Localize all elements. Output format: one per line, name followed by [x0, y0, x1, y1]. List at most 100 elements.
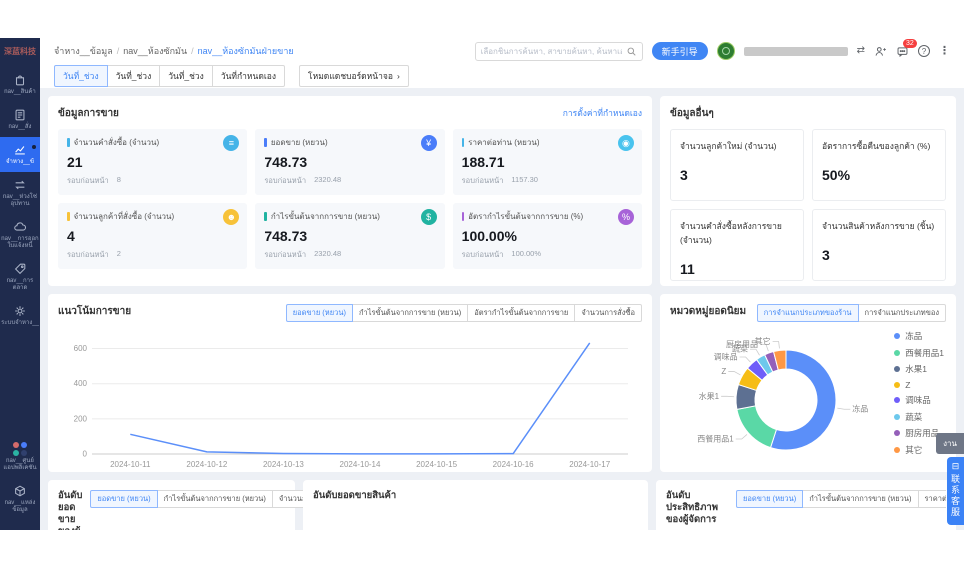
panel-title: อันดับยอดขายของผู้ขาย	[58, 490, 82, 530]
breadcrumb-item[interactable]: nav__ห้องซักมัน	[123, 44, 187, 58]
apps-icon	[13, 442, 27, 456]
sidebar-item-supply-chain[interactable]: nav__ห่วงโซ่อุปทาน	[0, 172, 40, 214]
sidebar-item-label: nav__การออกใบแจ้งหนี้	[1, 236, 39, 250]
svg-text:西餐用品1: 西餐用品1	[697, 435, 734, 444]
legend-item[interactable]: 西餐用品1	[894, 347, 944, 359]
trend-metric-order-count[interactable]: จำนวนการสั่งซื้อ	[574, 304, 642, 322]
legend-item[interactable]: 蔬菜	[894, 411, 944, 423]
kpi-card-customer-count: จำนวนลูกค้าที่สั่งซื้อ (จำนวน) 4 รอบก่อน…	[58, 203, 247, 269]
tab-date-range-1[interactable]: วันที่_ช่วง	[54, 65, 108, 87]
messages-icon[interactable]: 32	[896, 45, 909, 58]
sidebar-item-orders[interactable]: nav__สั่ง	[0, 102, 40, 137]
notification-dot	[32, 145, 36, 149]
legend-dot	[894, 397, 900, 403]
manager-metric-gross-profit[interactable]: กำไรขั้นต้นจากการขาย (หยวน)	[802, 490, 918, 508]
manager-metric-sales[interactable]: ยอดขาย (หยวน)	[736, 490, 803, 508]
category-type-store[interactable]: การจำแนกประเภทของร้าน	[757, 304, 859, 322]
trend-metric-buttons: ยอดขาย (หยวน) กำไรขั้นต้นจากการขาย (หยวน…	[286, 304, 642, 322]
kpi-grid: จำนวนคำสั่งซื้อ (จำนวน) 21 รอบก่อนหน้า8 …	[58, 129, 642, 269]
trend-metric-gross-margin[interactable]: อัตรากำไรขั้นต้นจากการขาย	[467, 304, 575, 322]
sidebar-item-label: จำหาง__ข้	[6, 159, 34, 166]
tab-date-range-3[interactable]: วันที่_ช่วง	[159, 65, 213, 87]
beginner-guide-button[interactable]: 新手引导	[652, 42, 708, 60]
switch-account-icon[interactable]: ⇄	[857, 46, 865, 56]
svg-text:2024-10-17: 2024-10-17	[569, 460, 610, 469]
stat-value: 3	[680, 167, 794, 183]
legend-label: 其它	[905, 444, 922, 456]
task-float-tab[interactable]: งาน	[936, 433, 964, 454]
search-input[interactable]	[481, 47, 622, 56]
sidebar-item-system[interactable]: ระบบจำหาง__	[0, 298, 40, 333]
stat-value: 3	[822, 247, 936, 263]
legend-label: 冻品	[905, 330, 922, 342]
help-icon[interactable]: ?	[918, 45, 930, 57]
top-bar: จำหาง__ข้อมูล / nav__ห้องซักมัน / nav__ห…	[40, 38, 964, 64]
legend-dot	[894, 350, 900, 356]
kpi-value: 748.73	[264, 154, 435, 170]
percent-icon: %	[618, 209, 634, 225]
kpi-card-gross-profit: กำไรขั้นต้นจากการขาย (หยวน) 748.73 รอบก่…	[255, 203, 444, 269]
sidebar-item-sales-data[interactable]: จำหาง__ข้	[0, 137, 40, 172]
svg-text:厨房用品: 厨房用品	[726, 339, 758, 349]
trend-metric-gross-profit[interactable]: กำไรขั้นต้นจากการขาย (หยวน)	[352, 304, 468, 322]
svg-text:0: 0	[83, 450, 88, 459]
sidebar-item-invoicing[interactable]: nav__การออกใบแจ้งหนี้	[0, 214, 40, 256]
legend-item[interactable]: 冻品	[894, 330, 944, 342]
manager-metric-price[interactable]: ราคาต่อท่าน (หยวน)	[918, 490, 947, 508]
legend-label: 调味品	[905, 394, 931, 406]
sidebar-item-label: nav__การตลาด	[1, 278, 39, 292]
sidebar-item-data-source[interactable]: nav__แหล่งข้อมูล	[0, 478, 40, 520]
svg-text:2024-10-14: 2024-10-14	[340, 460, 381, 469]
search-icon[interactable]	[626, 46, 637, 57]
sidebar-item-products[interactable]: nav__สินค้า	[0, 67, 40, 102]
global-search	[475, 42, 643, 61]
custom-settings-link[interactable]: การตั้งค่าที่กำหนดเอง	[563, 106, 642, 120]
sidebar-item-label: nav__ศูนย์แอปพลิเคชัน	[1, 458, 39, 472]
invite-user-icon[interactable]	[874, 45, 887, 58]
price-icon: ◉	[618, 135, 634, 151]
date-range-tabs: วันที่_ช่วง วันที่_ช่วง วันที่_ช่วง วันท…	[40, 64, 964, 88]
breadcrumb-item[interactable]: จำหาง__ข้อมูล	[54, 44, 113, 58]
legend-label: Z	[905, 380, 910, 390]
tab-date-range-2[interactable]: วันที่_ช่วง	[107, 65, 161, 87]
gear-icon	[13, 304, 27, 318]
kebab-menu-icon[interactable]: ⋮	[939, 46, 950, 57]
customer-service-float-tab[interactable]: ⊟ 联系客服	[947, 457, 964, 525]
svg-text:2024-10-16: 2024-10-16	[493, 460, 534, 469]
cloud-icon	[13, 220, 27, 234]
sidebar-item-label: nav__สินค้า	[4, 89, 36, 96]
legend-dot	[894, 414, 900, 420]
bag-icon	[13, 73, 27, 87]
chart-icon	[13, 143, 27, 157]
sidebar: 深蓝科技 nav__สินค้า nav__สั่ง จำหาง__ข้ nav…	[0, 38, 40, 530]
sidebar-spacer	[0, 333, 40, 436]
legend-item[interactable]: 调味品	[894, 394, 944, 406]
kpi-card-order-count: จำนวนคำสั่งซื้อ (จำนวน) 21 รอบก่อนหน้า8 …	[58, 129, 247, 195]
panel-title: หมวดหมู่ยอดนิยม	[670, 304, 746, 319]
sidebar-item-app-center[interactable]: nav__ศูนย์แอปพลิเคชัน	[0, 436, 40, 478]
legend-item[interactable]: Z	[894, 380, 944, 390]
avatar[interactable]	[717, 42, 735, 60]
panel-title: ข้อมูลการขาย	[58, 106, 119, 121]
panel-manager-ranking: อันดับประสิทธิภาพของผู้จัดการ ยอดขาย (หย…	[656, 480, 956, 530]
legend-dot	[894, 447, 900, 453]
svg-text:400: 400	[74, 379, 88, 388]
kpi-value: 4	[67, 228, 238, 244]
seller-metric-gross-profit[interactable]: กำไรขั้นต้นจากการขาย (หยวน)	[157, 490, 273, 508]
category-type-buttons: การจำแนกประเภทของร้าน การจำแนกประเภทของ	[757, 304, 946, 322]
tag-icon	[13, 262, 27, 276]
trend-metric-sales[interactable]: ยอดขาย (หยวน)	[286, 304, 353, 322]
svg-text:水果1: 水果1	[699, 391, 720, 401]
stat-card-aftersale-items: จำนวนสินค้าหลังการขาย (ชิ้น) 3	[812, 209, 946, 281]
panel-other-data: ข้อมูลอื่นๆ จำนวนลูกค้าใหม่ (จำนวน) 3 อั…	[660, 96, 956, 286]
sidebar-item-marketing[interactable]: nav__การตลาด	[0, 256, 40, 298]
tab-date-custom[interactable]: วันที่กำหนดเอง	[212, 65, 285, 87]
svg-text:600: 600	[74, 344, 88, 353]
dashboard-mode-button[interactable]: โหมดแดชบอร์ดหน้าจอ ›	[299, 65, 409, 87]
seller-metric-sales[interactable]: ยอดขาย (หยวน)	[90, 490, 157, 508]
app-logo: 深蓝科技	[0, 38, 40, 67]
legend-label: 水果1	[905, 363, 927, 375]
category-type-platform[interactable]: การจำแนกประเภทของ	[858, 304, 946, 322]
message-count-badge: 32	[903, 39, 917, 48]
legend-item[interactable]: 水果1	[894, 363, 944, 375]
